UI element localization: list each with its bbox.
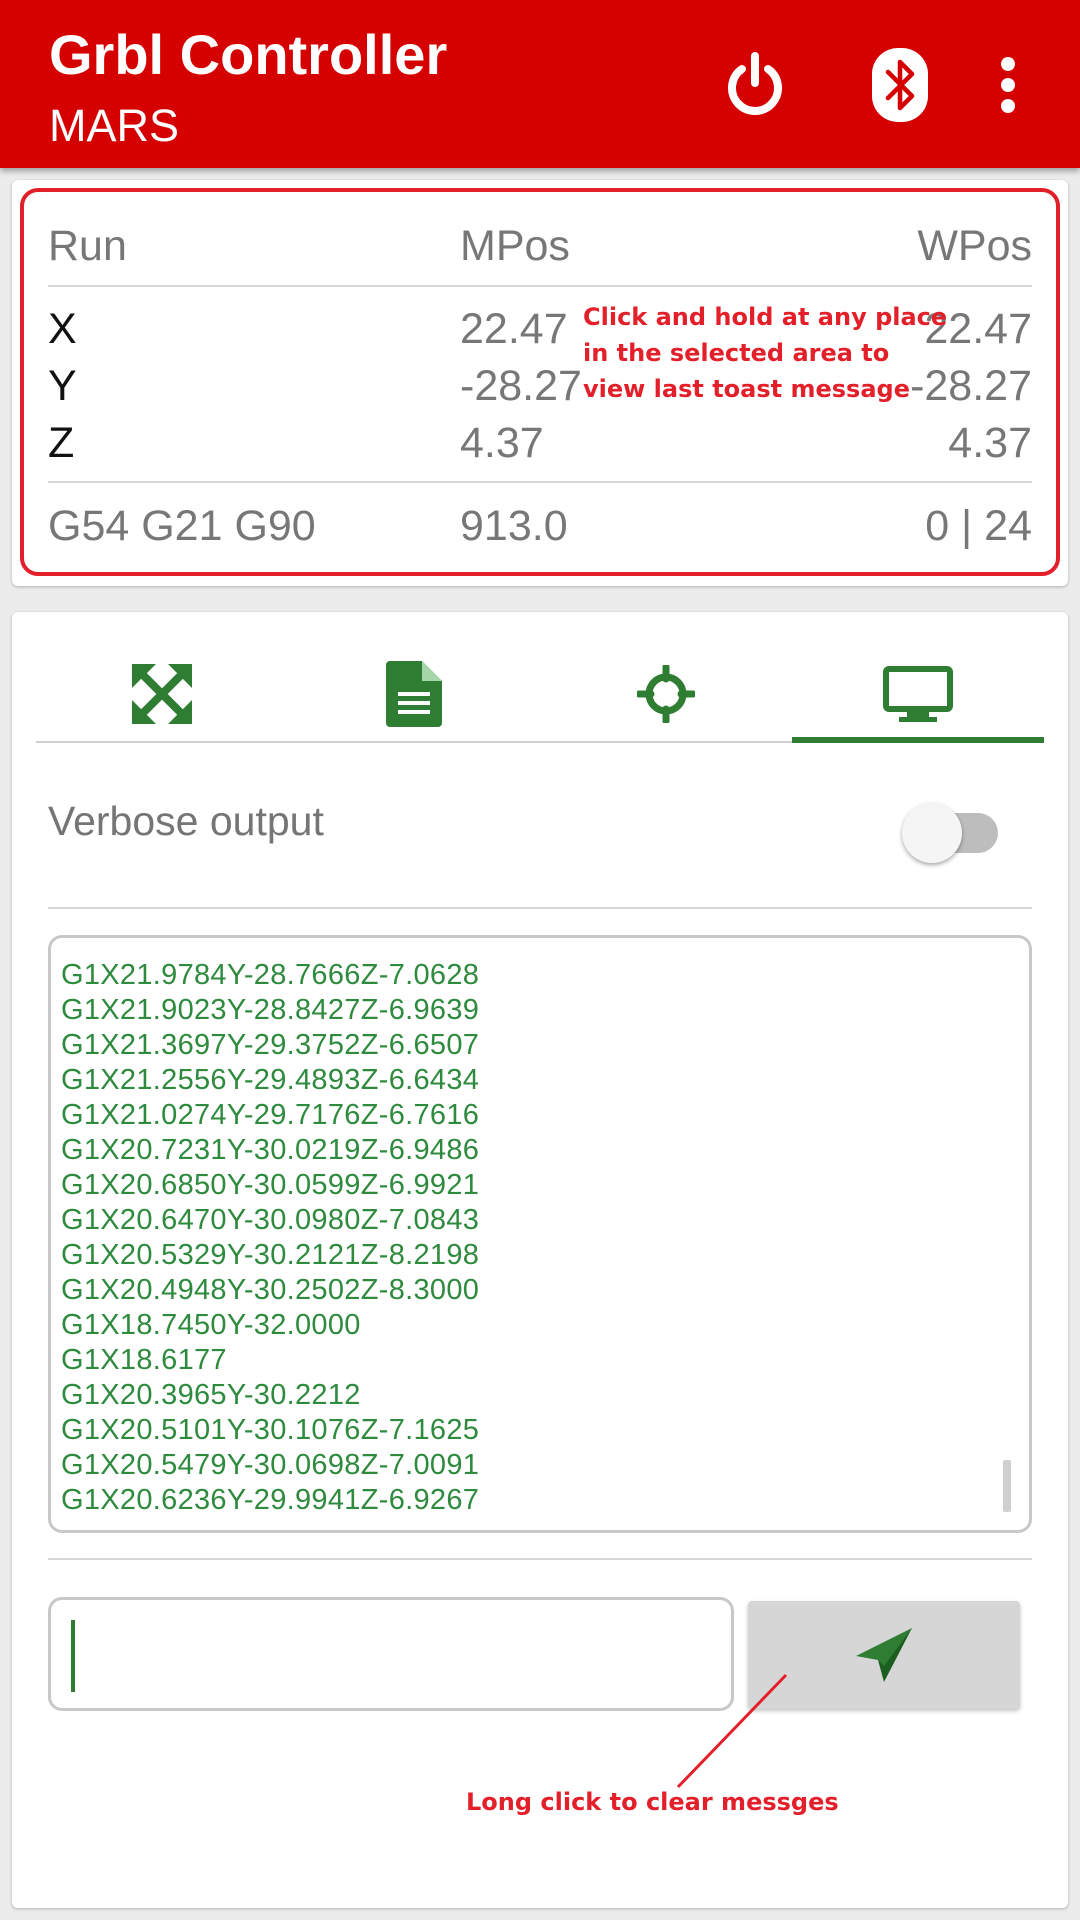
console-line: G1X18.6177 [61, 1344, 227, 1376]
console-line: G1X18.7450Y-32.0000 [61, 1309, 361, 1341]
console-line: G1X20.6850Y-30.0599Z-6.9921 [61, 1169, 480, 1201]
axis-x-mpos: 22.47 [460, 305, 568, 353]
file-icon [386, 661, 442, 727]
divider [48, 285, 1032, 287]
console-line: G1X20.5479Y-30.0698Z-7.0091 [61, 1449, 480, 1481]
axis-y-wpos: -28.27 [910, 362, 1032, 410]
axis-y-label: Y [48, 362, 77, 410]
console-line: G1X20.5101Y-30.1076Z-7.1625 [61, 1414, 480, 1446]
gcode-modes: G54 G21 G90 [48, 502, 316, 550]
axis-z-mpos: 4.37 [460, 419, 544, 467]
annotation-toast-line-2: in the selected area to [583, 339, 890, 367]
console-line: G1X20.7231Y-30.0219Z-6.9486 [61, 1134, 480, 1166]
annotation-toast-line-3: view last toast message [583, 375, 910, 403]
tab-probe[interactable] [540, 644, 792, 744]
console-line: G1X20.6236Y-29.9941Z-6.9267 [61, 1484, 480, 1516]
tab-console[interactable] [792, 644, 1044, 744]
machine-state: Run [48, 222, 127, 270]
console-line: G1X20.4948Y-30.2502Z-8.3000 [61, 1274, 480, 1306]
console-line: G1X21.9023Y-28.8427Z-6.9639 [61, 994, 480, 1026]
divider [48, 907, 1032, 909]
tab-jog[interactable] [36, 644, 288, 744]
app-title: Grbl Controller [49, 23, 448, 86]
command-input[interactable] [48, 1597, 734, 1711]
axis-x-label: X [48, 305, 77, 353]
scrollbar[interactable] [1003, 1460, 1011, 1512]
console-monitor-icon [883, 666, 953, 722]
axis-z-wpos: 4.37 [948, 419, 1032, 467]
machine-name: MARS [49, 100, 180, 151]
buffer-status: 0 | 24 [925, 502, 1032, 550]
console-log[interactable]: G1X21.9784Y-28.7666Z-7.0628 G1X21.9023Y-2… [48, 935, 1032, 1533]
console-line: G1X21.9784Y-28.7666Z-7.0628 [61, 959, 480, 991]
axis-z-label: Z [48, 419, 75, 467]
annotation-toast-line-1: Click and hold at any place [583, 303, 948, 331]
bluetooth-button[interactable] [855, 40, 945, 130]
console-line: G1X20.5329Y-30.2121Z-8.2198 [61, 1239, 480, 1271]
wpos-header: WPos [917, 222, 1032, 270]
annotation-arrow [676, 1673, 788, 1789]
axis-y-mpos: -28.27 [460, 362, 582, 410]
feed-rate: 913.0 [460, 502, 568, 550]
probe-crosshair-icon [637, 665, 695, 723]
switch-thumb[interactable] [902, 803, 962, 863]
divider [48, 481, 1032, 483]
text-cursor [71, 1620, 75, 1692]
console-line: G1X21.0274Y-29.7176Z-6.7616 [61, 1099, 480, 1131]
console-line: G1X20.6470Y-30.0980Z-7.0843 [61, 1204, 480, 1236]
divider [48, 1558, 1032, 1560]
console-line: G1X21.2556Y-29.4893Z-6.6434 [61, 1064, 480, 1096]
console-line: G1X20.3965Y-30.2212 [61, 1379, 361, 1411]
bluetooth-icon [872, 48, 928, 122]
overflow-menu-button[interactable] [963, 40, 1053, 130]
tab-file[interactable] [288, 644, 540, 744]
annotation-clear-hint: Long click to clear messges [466, 1788, 839, 1816]
console-line: G1X21.3697Y-29.3752Z-6.6507 [61, 1029, 480, 1061]
jog-arrows-icon [132, 664, 192, 724]
power-button[interactable] [710, 40, 800, 130]
send-icon [856, 1628, 912, 1682]
power-icon [728, 52, 782, 115]
more-vert-icon [1001, 57, 1015, 113]
mpos-header: MPos [460, 222, 570, 270]
verbose-output-label: Verbose output [48, 798, 324, 844]
selected-tab-indicator [792, 737, 1044, 743]
app-bar: Grbl Controller MARS [0, 0, 1080, 168]
console-lines: G1X21.9784Y-28.7666Z-7.0628 G1X21.9023Y-2… [61, 958, 479, 1518]
